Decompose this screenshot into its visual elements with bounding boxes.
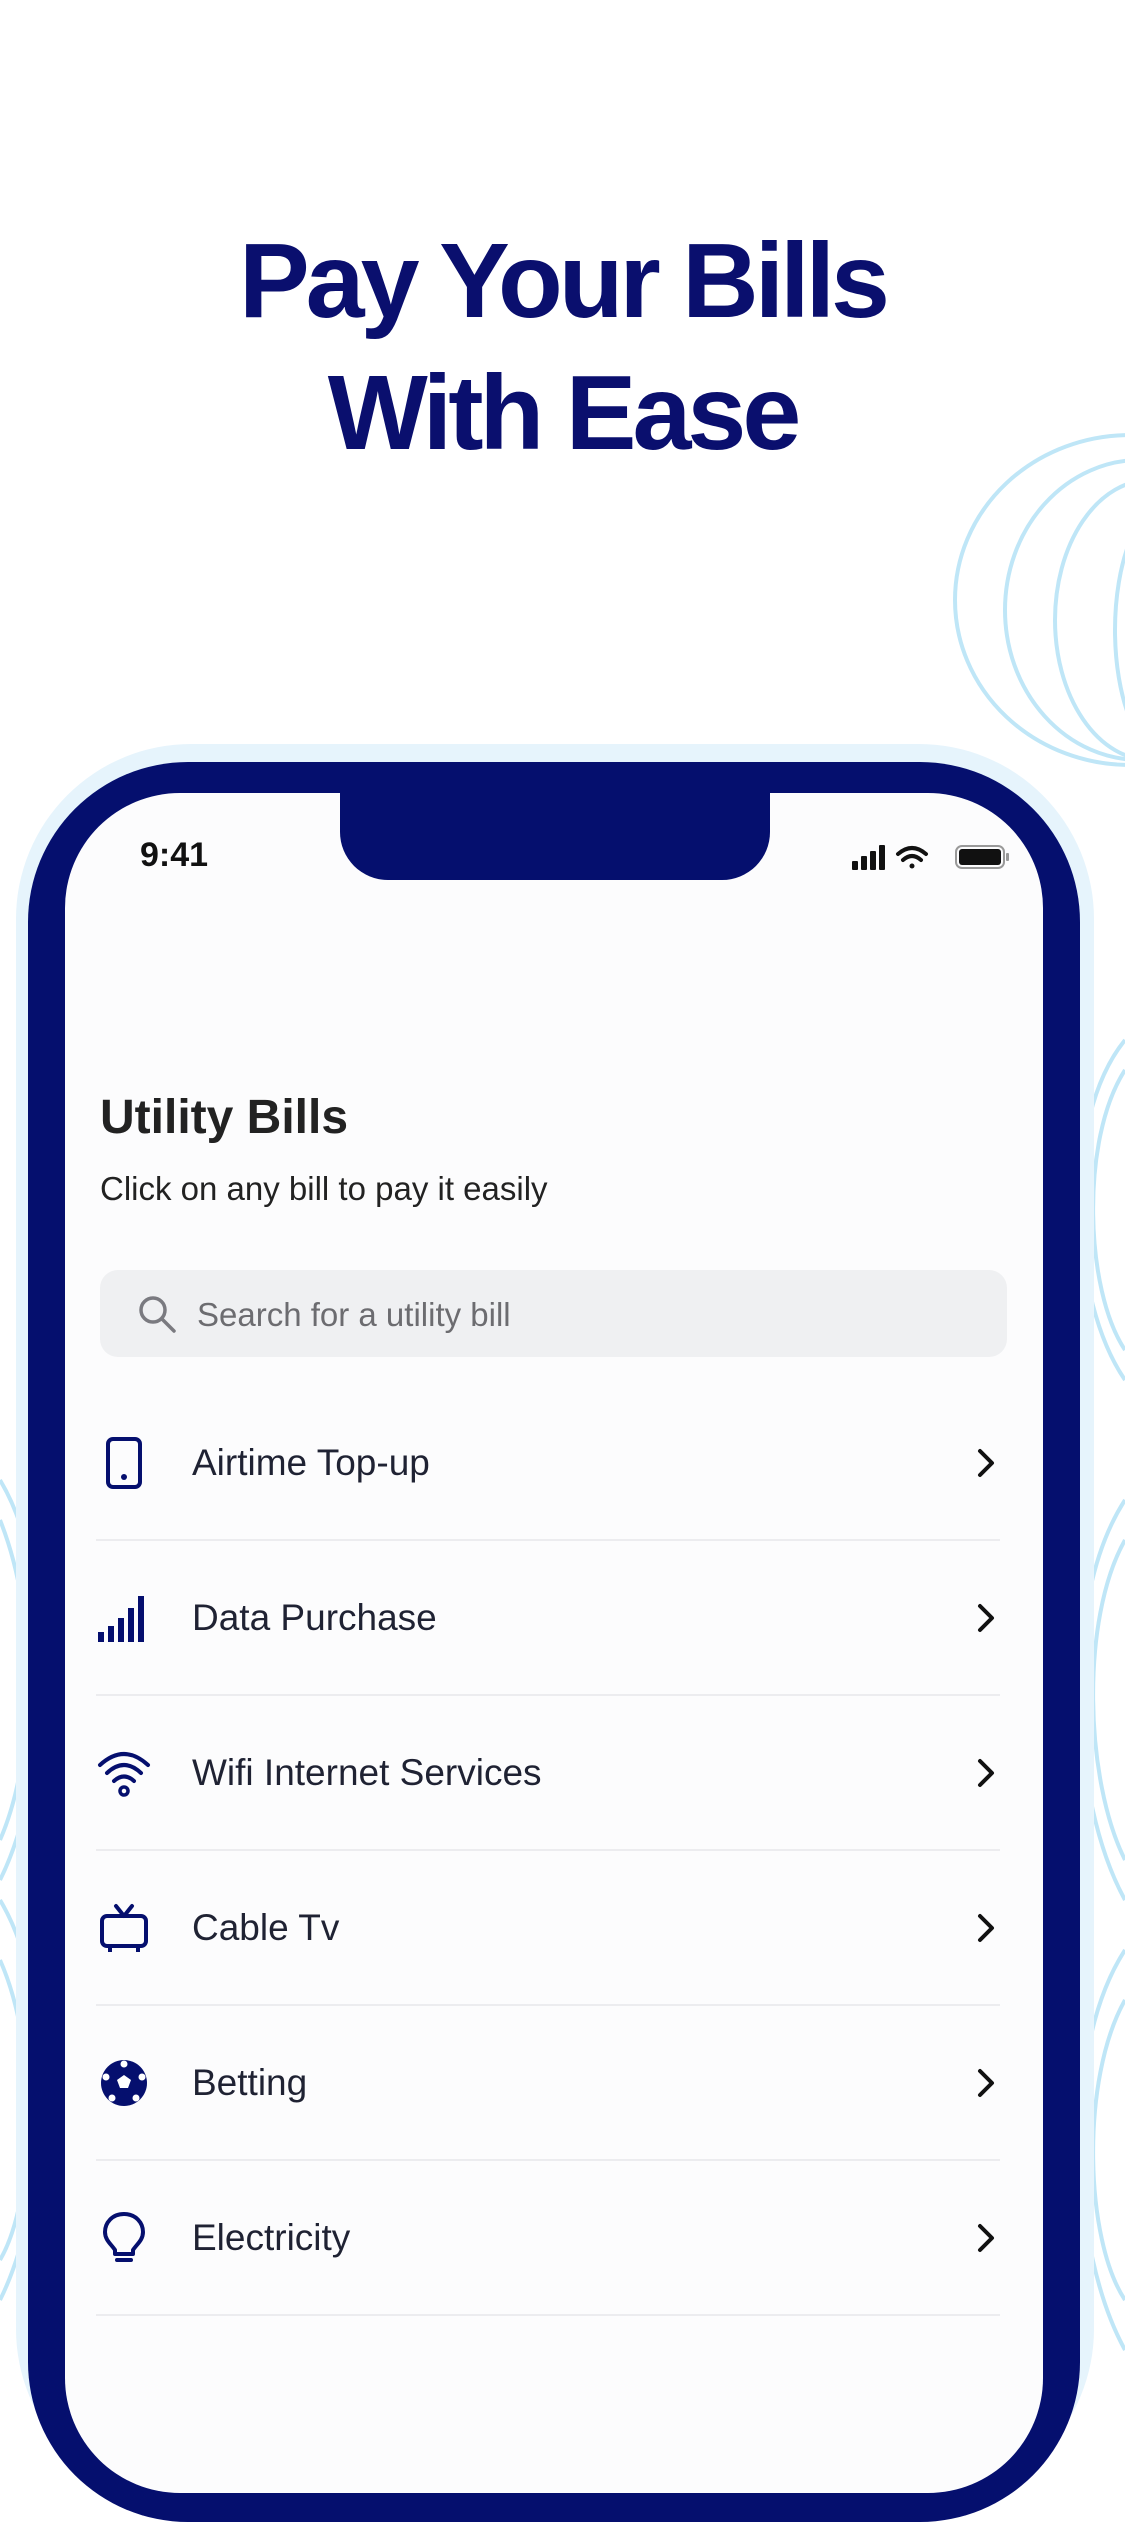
bill-item-label: Electricity [192,2216,351,2258]
headline-line-2: With Ease [327,354,802,472]
bill-item-wifi-internet-services[interactable]: Wifi Internet Services [96,1696,1000,1851]
phone-icon [96,1435,152,1491]
search-input[interactable] [195,1270,979,1359]
chevron-right-icon [978,2223,994,2252]
bill-item-label: Betting [192,2061,308,2103]
status-time: 9:41 [140,836,209,874]
status-icons [852,845,1009,870]
lightbulb-icon [96,2210,152,2266]
wifi-icon [96,1745,152,1801]
page-title: Utility Bills [100,1091,349,1144]
cellular-signal-icon [852,845,885,870]
search-bar[interactable] [100,1270,1007,1359]
phone-notch [340,762,770,880]
bill-item-airtime-top-up[interactable]: Airtime Top-up [96,1386,1000,1541]
chevron-right-icon [978,1913,994,1942]
chevron-right-icon [978,1603,994,1632]
bill-item-label: Wifi Internet Services [192,1751,542,1793]
tv-icon [96,1900,152,1956]
marketing-headline: Pay Your Bills With Ease [0,215,1125,479]
battery-icon [955,845,1009,869]
bill-item-label: Data Purchase [192,1596,437,1638]
bill-item-label: Cable Tv [192,1906,340,1948]
chevron-right-icon [978,2068,994,2097]
search-icon [139,1296,176,1333]
bill-item-electricity[interactable]: Electricity [96,2161,1000,2316]
bill-list: Airtime Top-up Data Purchase Wifi Intern… [96,1386,1000,2316]
page-subtitle: Click on any bill to pay it easily [100,1170,548,1207]
signal-bars-icon [96,1590,152,1646]
bill-item-label: Airtime Top-up [192,1441,430,1483]
bill-item-data-purchase[interactable]: Data Purchase [96,1541,1000,1696]
chevron-right-icon [978,1448,994,1477]
bill-item-betting[interactable]: Betting [96,2006,1000,2161]
wifi-icon [896,846,928,869]
bill-item-cable-tv[interactable]: Cable Tv [96,1851,1000,2006]
chevron-right-icon [978,1758,994,1787]
soccer-ball-icon [96,2055,152,2111]
headline-line-1: Pay Your Bills [238,222,890,340]
